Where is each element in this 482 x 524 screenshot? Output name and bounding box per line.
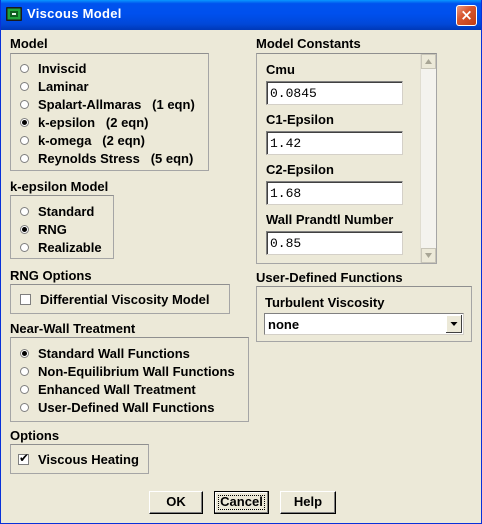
ok-button[interactable]: OK [149, 491, 203, 514]
option-label: Realizable [38, 239, 102, 255]
wall-prandtl-field[interactable] [266, 231, 403, 255]
rng-options-group: Differential Viscosity Model [10, 284, 230, 314]
cmu-label: Cmu [266, 62, 295, 77]
scroll-down-arrow-icon[interactable] [421, 248, 436, 263]
turbulent-viscosity-select[interactable]: none [264, 313, 464, 335]
option-label: Laminar [38, 78, 89, 94]
model-option-k-epsilon[interactable]: k-epsilon (2 eqn) [20, 113, 149, 131]
viscous-model-dialog: Viscous Model × Model Inviscid Laminar S… [0, 0, 482, 524]
scroll-up-arrow-icon[interactable] [421, 54, 436, 69]
cancel-button[interactable]: Cancel [214, 491, 269, 514]
radio-button[interactable] [20, 384, 29, 394]
kepsilon-option-rng[interactable]: RNG [20, 220, 67, 238]
options-group: ✔ Viscous Heating [10, 444, 149, 474]
model-option-laminar[interactable]: Laminar [20, 77, 89, 95]
kepsilon-option-standard[interactable]: Standard [20, 202, 94, 220]
radio-button[interactable] [20, 206, 29, 216]
c2-epsilon-field[interactable] [266, 181, 403, 205]
options-section-title: Options [10, 428, 60, 443]
near-wall-option-non-equilibrium[interactable]: Non-Equilibrium Wall Functions [20, 362, 235, 380]
radio-button[interactable] [20, 81, 29, 91]
wall-prandtl-label: Wall Prandtl Number [266, 212, 394, 227]
near-wall-option-standard[interactable]: Standard Wall Functions [20, 344, 190, 362]
radio-button[interactable] [20, 402, 29, 412]
model-section-title: Model [10, 36, 48, 51]
option-label: k-omega (2 eqn) [38, 132, 145, 148]
chevron-down-icon[interactable] [446, 315, 462, 333]
close-icon: × [460, 6, 473, 24]
checkbox-label: Viscous Heating [38, 451, 139, 467]
option-label: Standard [38, 203, 95, 219]
model-constants-section-title: Model Constants [256, 36, 361, 51]
checkbox[interactable] [20, 293, 31, 305]
cmu-input[interactable] [270, 83, 398, 103]
c1-epsilon-label: C1-Epsilon [266, 112, 334, 127]
c2-epsilon-label: C2-Epsilon [266, 162, 334, 177]
kepsilon-option-realizable[interactable]: Realizable [20, 238, 102, 256]
near-wall-section-title: Near-Wall Treatment [10, 321, 136, 336]
wall-prandtl-input[interactable] [270, 233, 398, 253]
title-bar[interactable]: Viscous Model × [1, 0, 481, 30]
near-wall-option-enhanced[interactable]: Enhanced Wall Treatment [20, 380, 196, 398]
kepsilon-model-group: Standard RNG Realizable [10, 195, 114, 259]
model-option-inviscid[interactable]: Inviscid [20, 59, 86, 77]
checkbox-label: Differential Viscosity Model [40, 291, 210, 307]
rng-options-section-title: RNG Options [10, 268, 92, 283]
c1-epsilon-field[interactable] [266, 131, 403, 155]
option-label: Non-Equilibrium Wall Functions [38, 363, 235, 379]
udf-group: Turbulent Viscosity none [256, 286, 472, 342]
model-option-spalart-allmaras[interactable]: Spalart-Allmaras (1 eqn) [20, 95, 195, 113]
option-label: Inviscid [38, 60, 87, 76]
radio-button-selected[interactable] [20, 224, 29, 234]
radio-button[interactable] [20, 242, 29, 252]
c2-epsilon-input[interactable] [270, 183, 398, 203]
option-label: User-Defined Wall Functions [38, 399, 215, 415]
option-label: Standard Wall Functions [38, 345, 190, 361]
cmu-field[interactable] [266, 81, 403, 105]
model-group: Inviscid Laminar Spalart-Allmaras (1 eqn… [10, 53, 209, 171]
check-icon: ✔ [19, 450, 30, 465]
option-label: Spalart-Allmaras (1 eqn) [38, 96, 195, 112]
option-label: Reynolds Stress (5 eqn) [38, 150, 194, 166]
help-button[interactable]: Help [280, 491, 336, 514]
close-button[interactable]: × [456, 5, 477, 26]
radio-button[interactable] [20, 153, 29, 163]
kepsilon-model-section-title: k-epsilon Model [10, 179, 109, 194]
radio-button[interactable] [20, 63, 29, 73]
near-wall-option-user-defined[interactable]: User-Defined Wall Functions [20, 398, 214, 416]
radio-button[interactable] [20, 99, 29, 109]
near-wall-group: Standard Wall Functions Non-Equilibrium … [10, 337, 249, 422]
option-label: RNG [38, 221, 67, 237]
select-value: none [268, 317, 300, 332]
radio-button[interactable] [20, 135, 29, 145]
radio-button-selected[interactable] [20, 117, 29, 127]
differential-viscosity-checkbox-row[interactable]: Differential Viscosity Model [20, 290, 210, 308]
option-label: k-epsilon (2 eqn) [38, 114, 149, 130]
model-option-reynolds-stress[interactable]: Reynolds Stress (5 eqn) [20, 149, 193, 167]
turbulent-viscosity-label: Turbulent Viscosity [265, 295, 385, 310]
radio-button[interactable] [20, 366, 29, 376]
fluent-app-icon [6, 7, 22, 21]
c1-epsilon-input[interactable] [270, 133, 398, 153]
window-title: Viscous Model [27, 6, 122, 21]
model-option-k-omega[interactable]: k-omega (2 eqn) [20, 131, 145, 149]
scrollbar[interactable] [420, 54, 436, 263]
checkbox-checked[interactable]: ✔ [18, 450, 30, 465]
radio-button-selected[interactable] [20, 348, 29, 358]
udf-section-title: User-Defined Functions [256, 270, 403, 285]
model-constants-group: Cmu C1-Epsilon C2-Epsilon Wall Prandtl N… [256, 53, 437, 264]
viscous-heating-checkbox-row[interactable]: ✔ Viscous Heating [18, 450, 139, 468]
option-label: Enhanced Wall Treatment [38, 381, 196, 397]
